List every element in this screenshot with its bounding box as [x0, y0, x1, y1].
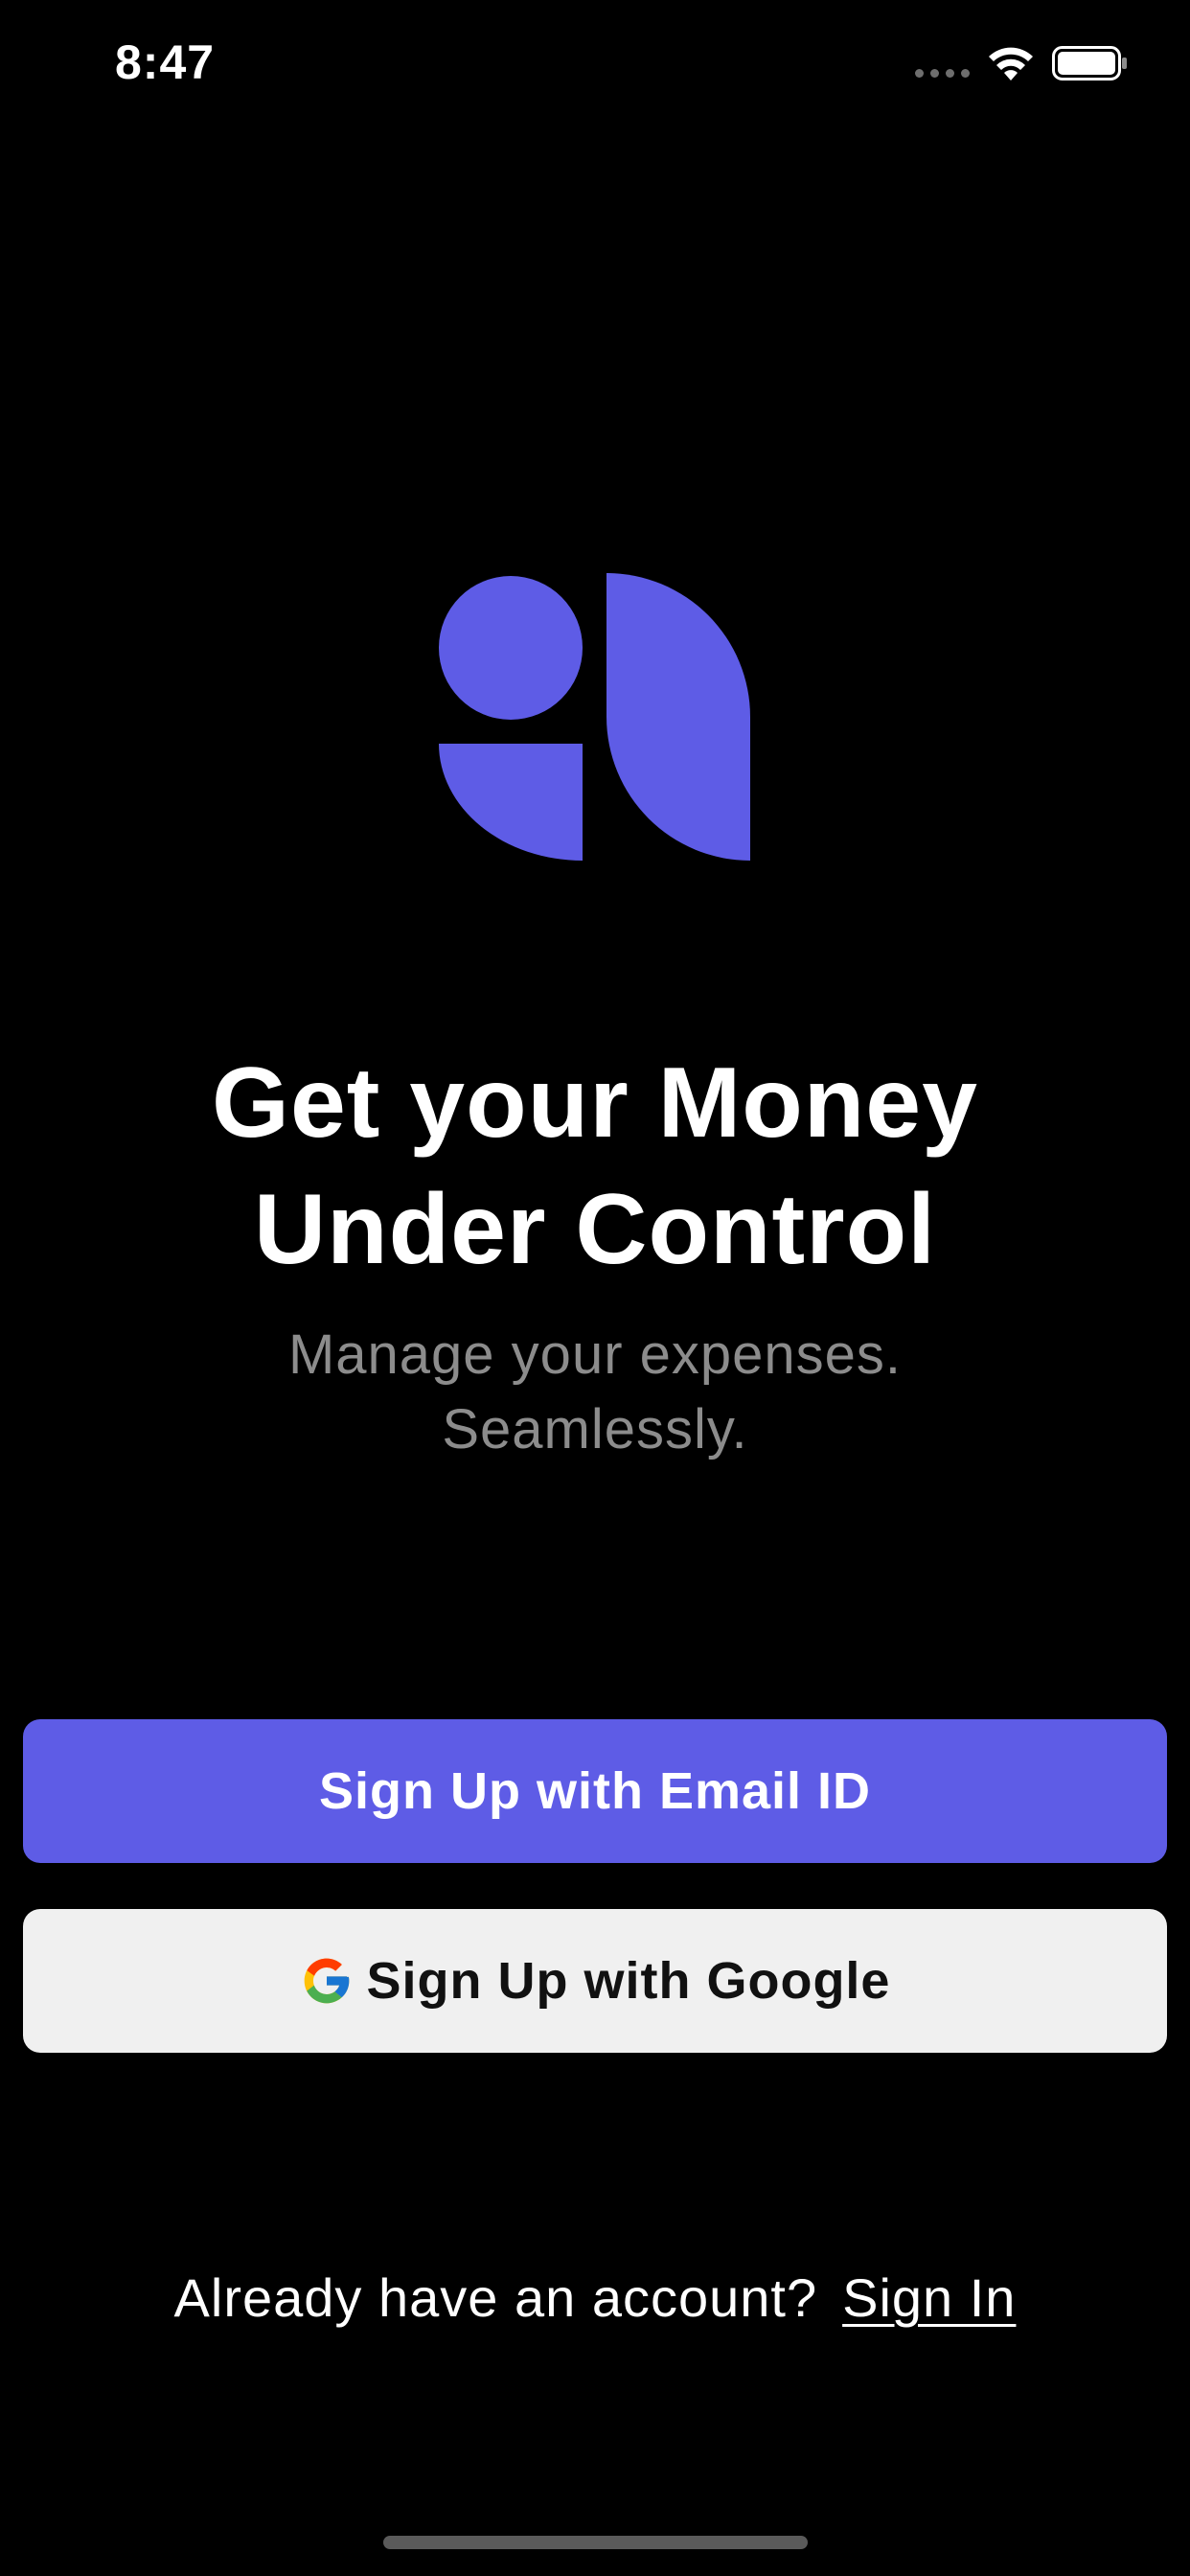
signup-email-button[interactable]: Sign Up with Email ID	[23, 1719, 1167, 1863]
hero-subtitle: Manage your expenses. Seamlessly.	[0, 1318, 1190, 1467]
signup-email-label: Sign Up with Email ID	[318, 1762, 872, 1820]
signal-dots-icon	[915, 69, 971, 79]
signup-google-button[interactable]: Sign Up with Google	[23, 1909, 1167, 2053]
signin-prompt: Already have an account?	[173, 2267, 818, 2328]
signin-row: Already have an account? Sign In	[0, 2266, 1190, 2329]
hero-title-line1: Get your Money	[212, 1047, 978, 1159]
home-indicator[interactable]	[383, 2536, 808, 2549]
app-logo-icon	[439, 573, 750, 861]
hero-title: Get your Money Under Control	[0, 1040, 1190, 1293]
status-time: 8:47	[115, 35, 216, 89]
status-bar: 8:47	[0, 0, 1190, 126]
battery-icon	[1052, 46, 1127, 80]
signin-link[interactable]: Sign In	[842, 2267, 1016, 2328]
hero-subtitle-line2: Seamlessly.	[442, 1398, 748, 1460]
wifi-icon	[989, 47, 1033, 80]
google-icon	[304, 1958, 349, 2004]
hero-subtitle-line1: Manage your expenses.	[287, 1323, 903, 1386]
signup-google-label: Sign Up with Google	[366, 1952, 891, 2010]
hero-title-line2: Under Control	[253, 1174, 937, 1285]
